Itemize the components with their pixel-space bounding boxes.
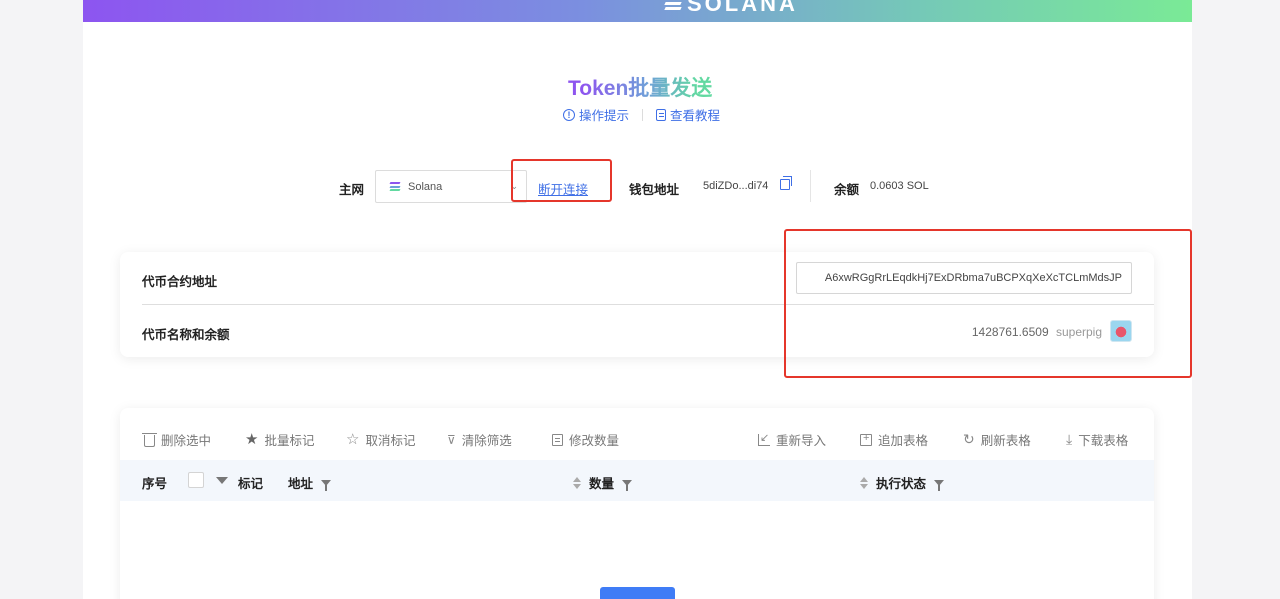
star-filled-icon: ★ bbox=[245, 431, 259, 448]
cancel-mark-button[interactable]: ☆ 取消标记 bbox=[346, 430, 415, 449]
delete-selected-label: 删除选中 bbox=[161, 434, 212, 448]
left-margin bbox=[0, 0, 83, 599]
highlight-box-disconnect bbox=[511, 159, 612, 202]
help-links: ! 操作提示 查看教程 bbox=[563, 105, 720, 124]
solana-mark-icon bbox=[664, 0, 682, 11]
filter-icon[interactable] bbox=[321, 479, 332, 491]
reimport-button[interactable]: 重新导入 bbox=[758, 430, 826, 449]
tutorial-link[interactable]: 查看教程 bbox=[656, 105, 720, 124]
title-wrap: Token批量发送 bbox=[568, 72, 712, 102]
document-icon bbox=[656, 108, 667, 121]
cancel-mark-label: 取消标记 bbox=[365, 434, 416, 448]
refresh-table-label: 刷新表格 bbox=[980, 434, 1031, 448]
copy-icon[interactable] bbox=[780, 176, 792, 190]
right-margin bbox=[1192, 0, 1280, 599]
trash-icon bbox=[142, 432, 157, 447]
contract-label: 代币合约地址 bbox=[142, 275, 218, 289]
wallet-address: 5diZDo...di74 bbox=[703, 180, 769, 192]
filter-icon[interactable] bbox=[934, 479, 945, 491]
add-icon bbox=[860, 432, 872, 446]
top-banner: SOLANA bbox=[83, 0, 1192, 22]
download-table-label: 下载表格 bbox=[1078, 434, 1129, 448]
tips-link[interactable]: ! 操作提示 bbox=[563, 105, 629, 124]
brand-text: SOLANA bbox=[687, 0, 798, 16]
balance-value: 0.0603 SOL bbox=[870, 180, 929, 192]
column-address-label: 地址 bbox=[288, 477, 314, 491]
append-table-button[interactable]: 追加表格 bbox=[860, 430, 928, 449]
download-icon: ⤓ bbox=[1066, 431, 1073, 447]
select-all-checkbox[interactable] bbox=[188, 472, 204, 488]
column-address: 地址 bbox=[288, 473, 332, 492]
edit-icon bbox=[552, 433, 563, 446]
column-index-label: 序号 bbox=[142, 477, 168, 491]
column-status-label: 执行状态 bbox=[876, 477, 927, 491]
wallet-label: 钱包地址 bbox=[629, 183, 680, 197]
column-quantity-label: 数量 bbox=[589, 477, 615, 491]
caret-down-icon[interactable] bbox=[216, 476, 228, 484]
sort-icon[interactable] bbox=[573, 476, 581, 489]
info-icon: ! bbox=[563, 108, 575, 121]
tutorial-label: 查看教程 bbox=[670, 109, 721, 123]
table-toolbar: 删除选中 ★ 批量标记 ☆ 取消标记 ⊽ 清除筛选 修改数量 重新导入 bbox=[120, 408, 1154, 460]
token-name-label: 代币名称和余额 bbox=[142, 328, 230, 342]
column-mark-label: 标记 bbox=[238, 477, 264, 491]
solana-logo: SOLANA bbox=[664, 0, 798, 17]
reimport-label: 重新导入 bbox=[776, 434, 827, 448]
select-all bbox=[188, 472, 228, 488]
column-mark: 标记 bbox=[238, 473, 263, 492]
edit-quantity-label: 修改数量 bbox=[569, 434, 620, 448]
clear-filter-label: 清除筛选 bbox=[461, 434, 512, 448]
page-title: Token批量发送 bbox=[568, 72, 712, 102]
network-label: 主网 bbox=[339, 183, 365, 197]
network-selected-value: Solana bbox=[408, 180, 443, 193]
network-select[interactable]: Solana ⌄ bbox=[375, 170, 527, 203]
delete-selected-button[interactable]: 删除选中 bbox=[142, 430, 212, 449]
import-icon bbox=[758, 431, 770, 446]
download-table-button[interactable]: ⤓ 下载表格 bbox=[1066, 430, 1128, 449]
append-table-label: 追加表格 bbox=[878, 434, 929, 448]
divider bbox=[810, 170, 811, 202]
table-header: 序号 标记 地址 数量 执行状态 bbox=[120, 460, 1154, 501]
refresh-table-button[interactable]: ↻ 刷新表格 bbox=[963, 430, 1031, 449]
balance-label: 余额 bbox=[834, 183, 860, 197]
column-status: 执行状态 bbox=[860, 473, 945, 492]
solana-icon bbox=[389, 182, 401, 191]
batch-mark-button[interactable]: ★ 批量标记 bbox=[245, 430, 314, 449]
star-icon: ☆ bbox=[346, 431, 360, 448]
tips-label: 操作提示 bbox=[579, 109, 630, 123]
column-index: 序号 bbox=[142, 473, 167, 492]
sort-icon[interactable] bbox=[860, 476, 868, 489]
filter-clear-icon: ⊽ bbox=[447, 433, 456, 447]
column-quantity: 数量 bbox=[573, 473, 633, 492]
link-divider bbox=[642, 108, 644, 121]
batch-mark-label: 批量标记 bbox=[264, 434, 315, 448]
clear-filter-button[interactable]: ⊽ 清除筛选 bbox=[447, 430, 512, 449]
address-table-card: 删除选中 ★ 批量标记 ☆ 取消标记 ⊽ 清除筛选 修改数量 重新导入 bbox=[120, 408, 1154, 599]
refresh-icon: ↻ bbox=[963, 431, 975, 447]
filter-icon[interactable] bbox=[622, 479, 633, 491]
primary-action-button[interactable] bbox=[600, 587, 675, 599]
highlight-box-token bbox=[784, 229, 1192, 378]
network-bar: 主网 Solana ⌄ 断开连接 钱包地址 5diZDo...di74 余额 0… bbox=[83, 170, 1192, 203]
edit-quantity-button[interactable]: 修改数量 bbox=[552, 430, 619, 449]
